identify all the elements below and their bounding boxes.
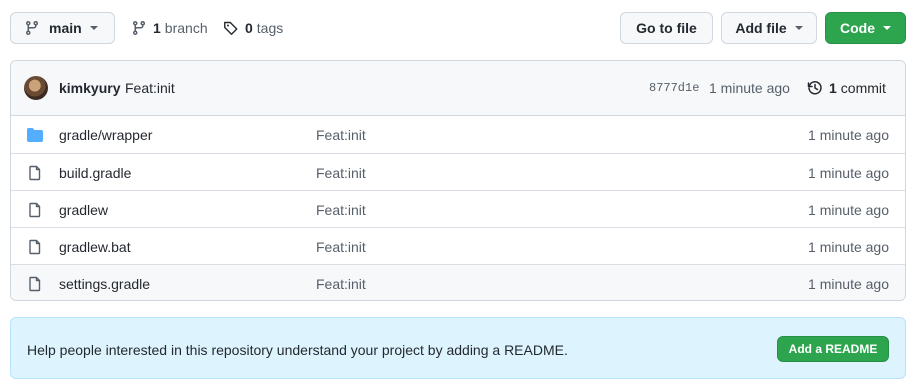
tag-icon: [224, 21, 238, 35]
file-commit-message[interactable]: Feat:init: [316, 127, 366, 143]
file-commit-message[interactable]: Feat:init: [316, 239, 366, 255]
commit-count-label: commit: [840, 80, 886, 96]
file-row[interactable]: gradlew Feat:init 1 minute ago: [11, 190, 905, 227]
go-to-file-button[interactable]: Go to file: [620, 12, 713, 44]
commit-count: 1: [829, 80, 837, 96]
commit-message[interactable]: Feat:init: [125, 80, 175, 96]
code-button[interactable]: Code: [825, 12, 906, 44]
history-icon: [807, 81, 822, 95]
file-name[interactable]: settings.gradle: [59, 276, 150, 292]
file-commit-time: 1 minute ago: [808, 239, 889, 255]
file-row[interactable]: settings.gradle Feat:init 1 minute ago: [11, 264, 905, 300]
branch-count-label: branch: [164, 20, 208, 36]
file-commit-message[interactable]: Feat:init: [316, 165, 366, 181]
file-icon: [29, 165, 41, 181]
git-branch-icon: [26, 20, 38, 36]
tags-link[interactable]: 0 tags: [223, 12, 283, 44]
commit-time: 1 minute ago: [709, 80, 790, 96]
file-row[interactable]: gradle/wrapper Feat:init 1 minute ago: [11, 116, 905, 153]
avatar[interactable]: [24, 76, 48, 100]
readme-banner: Help people interested in this repositor…: [10, 317, 906, 379]
file-row[interactable]: gradlew.bat Feat:init 1 minute ago: [11, 227, 905, 264]
chevron-down-icon: [794, 26, 803, 30]
file-list: gradle/wrapper Feat:init 1 minute ago bu…: [11, 116, 905, 300]
add-readme-label: Add a README: [788, 342, 878, 356]
branch-select-button[interactable]: main: [10, 12, 115, 44]
file-commit-message[interactable]: Feat:init: [316, 276, 366, 292]
commit-author[interactable]: kimkyury: [59, 80, 120, 96]
file-name[interactable]: gradlew.bat: [59, 239, 131, 255]
file-commit-time: 1 minute ago: [808, 165, 889, 181]
file-browser: kimkyury Feat:init 8777d1e 1 minute ago …: [10, 60, 906, 301]
commit-history-link[interactable]: 1 commit: [807, 80, 886, 96]
add-file-label: Add file: [735, 20, 787, 36]
branches-link[interactable]: 1 branch: [131, 12, 208, 44]
file-commit-time: 1 minute ago: [808, 276, 889, 292]
file-commit-time: 1 minute ago: [808, 202, 889, 218]
add-file-button[interactable]: Add file: [721, 12, 817, 44]
commit-sha[interactable]: 8777d1e: [649, 81, 699, 95]
readme-banner-text: Help people interested in this repositor…: [27, 342, 568, 358]
code-label: Code: [840, 20, 875, 36]
file-icon: [29, 202, 41, 218]
file-icon: [29, 239, 41, 255]
file-name[interactable]: build.gradle: [59, 165, 131, 181]
branch-count: 1: [153, 20, 161, 36]
go-to-file-label: Go to file: [636, 20, 697, 36]
tag-count: 0: [245, 20, 253, 36]
latest-commit-bar: kimkyury Feat:init 8777d1e 1 minute ago …: [11, 61, 905, 116]
file-commit-message[interactable]: Feat:init: [316, 202, 366, 218]
add-readme-button[interactable]: Add a README: [777, 336, 889, 362]
folder-icon: [27, 128, 43, 142]
chevron-down-icon: [883, 26, 891, 30]
file-name[interactable]: gradlew: [59, 202, 108, 218]
file-row[interactable]: build.gradle Feat:init 1 minute ago: [11, 153, 905, 190]
tag-count-label: tags: [256, 20, 284, 36]
file-icon: [29, 276, 41, 292]
chevron-down-icon: [89, 26, 98, 30]
file-name[interactable]: gradle/wrapper: [59, 127, 152, 143]
branch-name: main: [49, 20, 82, 36]
file-commit-time: 1 minute ago: [808, 127, 889, 143]
git-branch-icon: [133, 20, 145, 36]
